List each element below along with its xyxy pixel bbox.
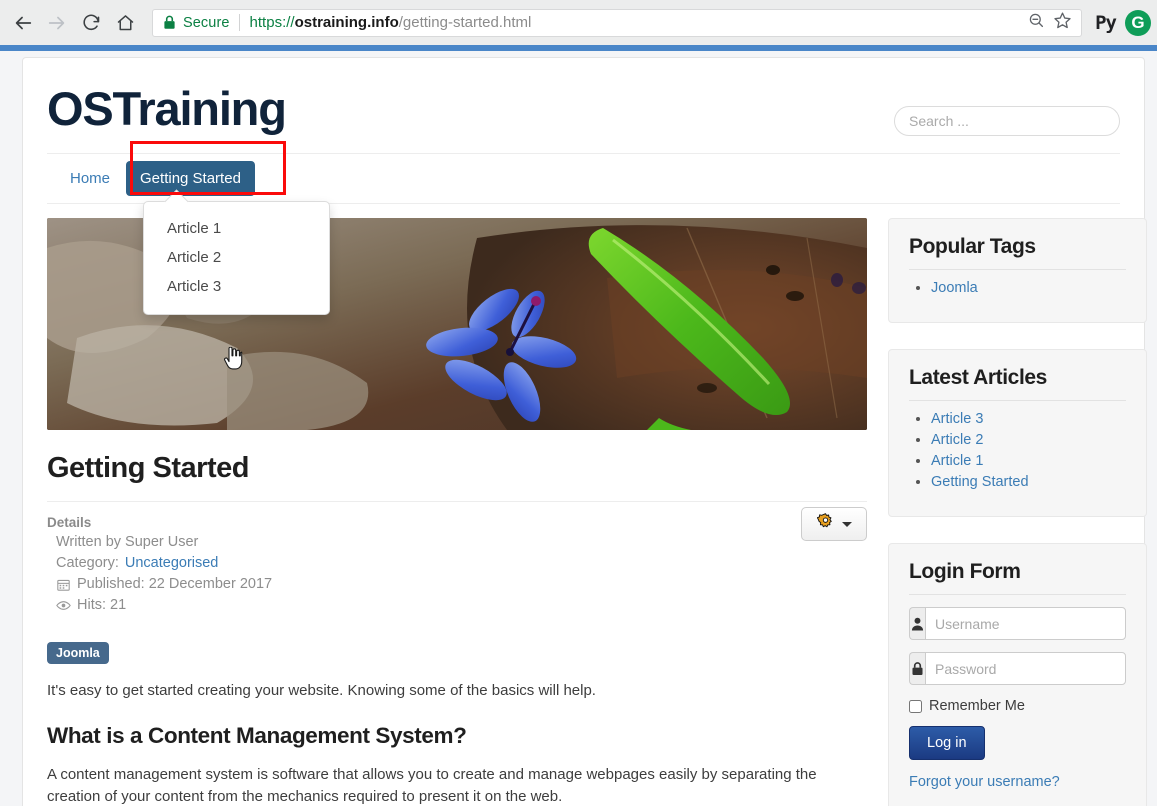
browser-extensions: Py G bbox=[1090, 9, 1157, 36]
nav-item-home[interactable]: Home bbox=[58, 162, 122, 195]
omnibox-divider bbox=[238, 14, 240, 31]
article-options-button[interactable] bbox=[801, 507, 867, 541]
reload-icon bbox=[82, 14, 99, 31]
remember-me-checkbox[interactable] bbox=[909, 699, 922, 713]
dropdown-item-article-3[interactable]: Article 3 bbox=[144, 272, 329, 301]
login-button[interactable]: Log in bbox=[909, 726, 985, 760]
address-bar[interactable]: Secure https://ostraining.info/getting-s… bbox=[152, 8, 1083, 37]
forward-button[interactable] bbox=[40, 6, 74, 40]
home-button[interactable] bbox=[108, 6, 142, 40]
latest-article-link-1[interactable]: Article 1 bbox=[931, 453, 983, 469]
lock-icon bbox=[163, 15, 176, 30]
python-extension-icon[interactable]: Py bbox=[1090, 12, 1121, 34]
url-host: ostraining.info bbox=[294, 14, 399, 31]
login-form-title: Login Form bbox=[909, 560, 1126, 595]
detail-category-link[interactable]: Uncategorised bbox=[125, 553, 219, 574]
list-item: Article 1 bbox=[931, 452, 1126, 470]
password-input[interactable] bbox=[925, 652, 1126, 685]
popular-tags-list: Joomla bbox=[909, 279, 1126, 297]
article-intro-paragraph: It's easy to get started creating your w… bbox=[47, 682, 596, 699]
detail-hits-text: Hits: 21 bbox=[77, 597, 127, 613]
latest-articles-title: Latest Articles bbox=[909, 366, 1126, 401]
module-latest-articles: Latest Articles Article 3 Article 2 Arti… bbox=[888, 349, 1147, 517]
popular-tags-title: Popular Tags bbox=[909, 235, 1126, 270]
main-navigation: Home Getting Started Article 1 Article 2… bbox=[47, 141, 1120, 370]
dropdown-item-article-1[interactable]: Article 1 bbox=[144, 214, 329, 243]
forward-arrow-icon bbox=[48, 16, 65, 29]
zoom-out-icon[interactable] bbox=[1027, 11, 1046, 35]
search-input[interactable] bbox=[894, 106, 1120, 136]
latest-article-link-2[interactable]: Article 2 bbox=[931, 432, 983, 448]
list-item: Article 2 bbox=[931, 431, 1126, 449]
security-label: Secure bbox=[183, 14, 230, 31]
url-path: /getting-started.html bbox=[398, 14, 532, 31]
nav-dropdown-menu: Article 1 Article 2 Article 3 bbox=[143, 201, 330, 315]
site-header: OSTraining bbox=[23, 58, 1144, 136]
username-input[interactable] bbox=[925, 607, 1126, 640]
calendar-icon bbox=[56, 578, 71, 591]
details-label: Details bbox=[47, 515, 92, 530]
detail-hits: Hits: 21 bbox=[47, 595, 867, 616]
detail-category: Category: Uncategorised bbox=[47, 553, 867, 574]
nav-item-getting-started[interactable]: Getting Started bbox=[126, 161, 255, 196]
remember-me-label[interactable]: Remember Me bbox=[929, 698, 1025, 714]
tag-link-joomla[interactable]: Joomla bbox=[931, 280, 978, 296]
bookmark-star-icon[interactable] bbox=[1052, 10, 1073, 36]
detail-category-label: Category: bbox=[56, 555, 119, 571]
lock-icon bbox=[909, 652, 925, 685]
profile-avatar[interactable]: G bbox=[1125, 9, 1151, 36]
back-button[interactable] bbox=[6, 6, 40, 40]
latest-article-link-getting-started[interactable]: Getting Started bbox=[931, 474, 1029, 490]
latest-article-link-3[interactable]: Article 3 bbox=[931, 411, 983, 427]
gear-icon bbox=[816, 513, 834, 535]
detail-published-text: Published: 22 December 2017 bbox=[77, 576, 273, 592]
username-field-group bbox=[909, 607, 1126, 640]
article-title: Getting Started bbox=[47, 452, 867, 502]
details-list: Written by Super User Category: Uncatego… bbox=[47, 532, 867, 616]
search-module bbox=[894, 84, 1120, 136]
detail-author-text: Written by Super User bbox=[56, 534, 199, 550]
list-item: Getting Started bbox=[931, 473, 1126, 491]
browser-nav-buttons bbox=[0, 6, 142, 40]
eye-icon bbox=[56, 600, 71, 611]
article-tag-badge[interactable]: Joomla bbox=[47, 642, 109, 664]
url-text: https://ostraining.info/getting-started.… bbox=[250, 14, 532, 31]
password-field-group bbox=[909, 652, 1126, 685]
site-brand[interactable]: OSTraining bbox=[47, 84, 287, 134]
list-item: Joomla bbox=[931, 279, 1126, 297]
detail-author: Written by Super User bbox=[47, 532, 867, 553]
home-icon bbox=[117, 15, 133, 31]
article-details: Details Written by Super User Category: … bbox=[47, 507, 867, 616]
article-paragraph-2: A content management system is software … bbox=[47, 766, 817, 805]
site-container: OSTraining Home Getting Started Article … bbox=[22, 57, 1147, 806]
user-icon bbox=[909, 607, 925, 640]
web-page: OSTraining Home Getting Started Article … bbox=[0, 51, 1157, 806]
dropdown-item-article-2[interactable]: Article 2 bbox=[144, 243, 329, 272]
reload-button[interactable] bbox=[74, 6, 108, 40]
forgot-username-link[interactable]: Forgot your username? bbox=[909, 774, 1126, 790]
sidebar: Popular Tags Joomla Latest Articles Arti… bbox=[888, 218, 1147, 806]
module-login-form: Login Form Username Remember Me Log in F… bbox=[888, 543, 1147, 806]
detail-published: Published: 22 December 2017 bbox=[47, 574, 867, 595]
browser-toolbar: Secure https://ostraining.info/getting-s… bbox=[0, 0, 1157, 45]
remember-me-row: Remember Me bbox=[909, 698, 1126, 714]
omnibox-actions bbox=[1027, 10, 1075, 36]
chevron-down-icon bbox=[841, 521, 852, 527]
article-subheading: What is a Content Management System? bbox=[47, 723, 467, 748]
latest-articles-list: Article 3 Article 2 Article 1 Getting St… bbox=[909, 410, 1126, 491]
url-scheme: https:// bbox=[249, 14, 295, 31]
list-item: Article 3 bbox=[931, 410, 1126, 428]
back-arrow-icon bbox=[15, 16, 32, 29]
module-popular-tags: Popular Tags Joomla bbox=[888, 218, 1147, 323]
